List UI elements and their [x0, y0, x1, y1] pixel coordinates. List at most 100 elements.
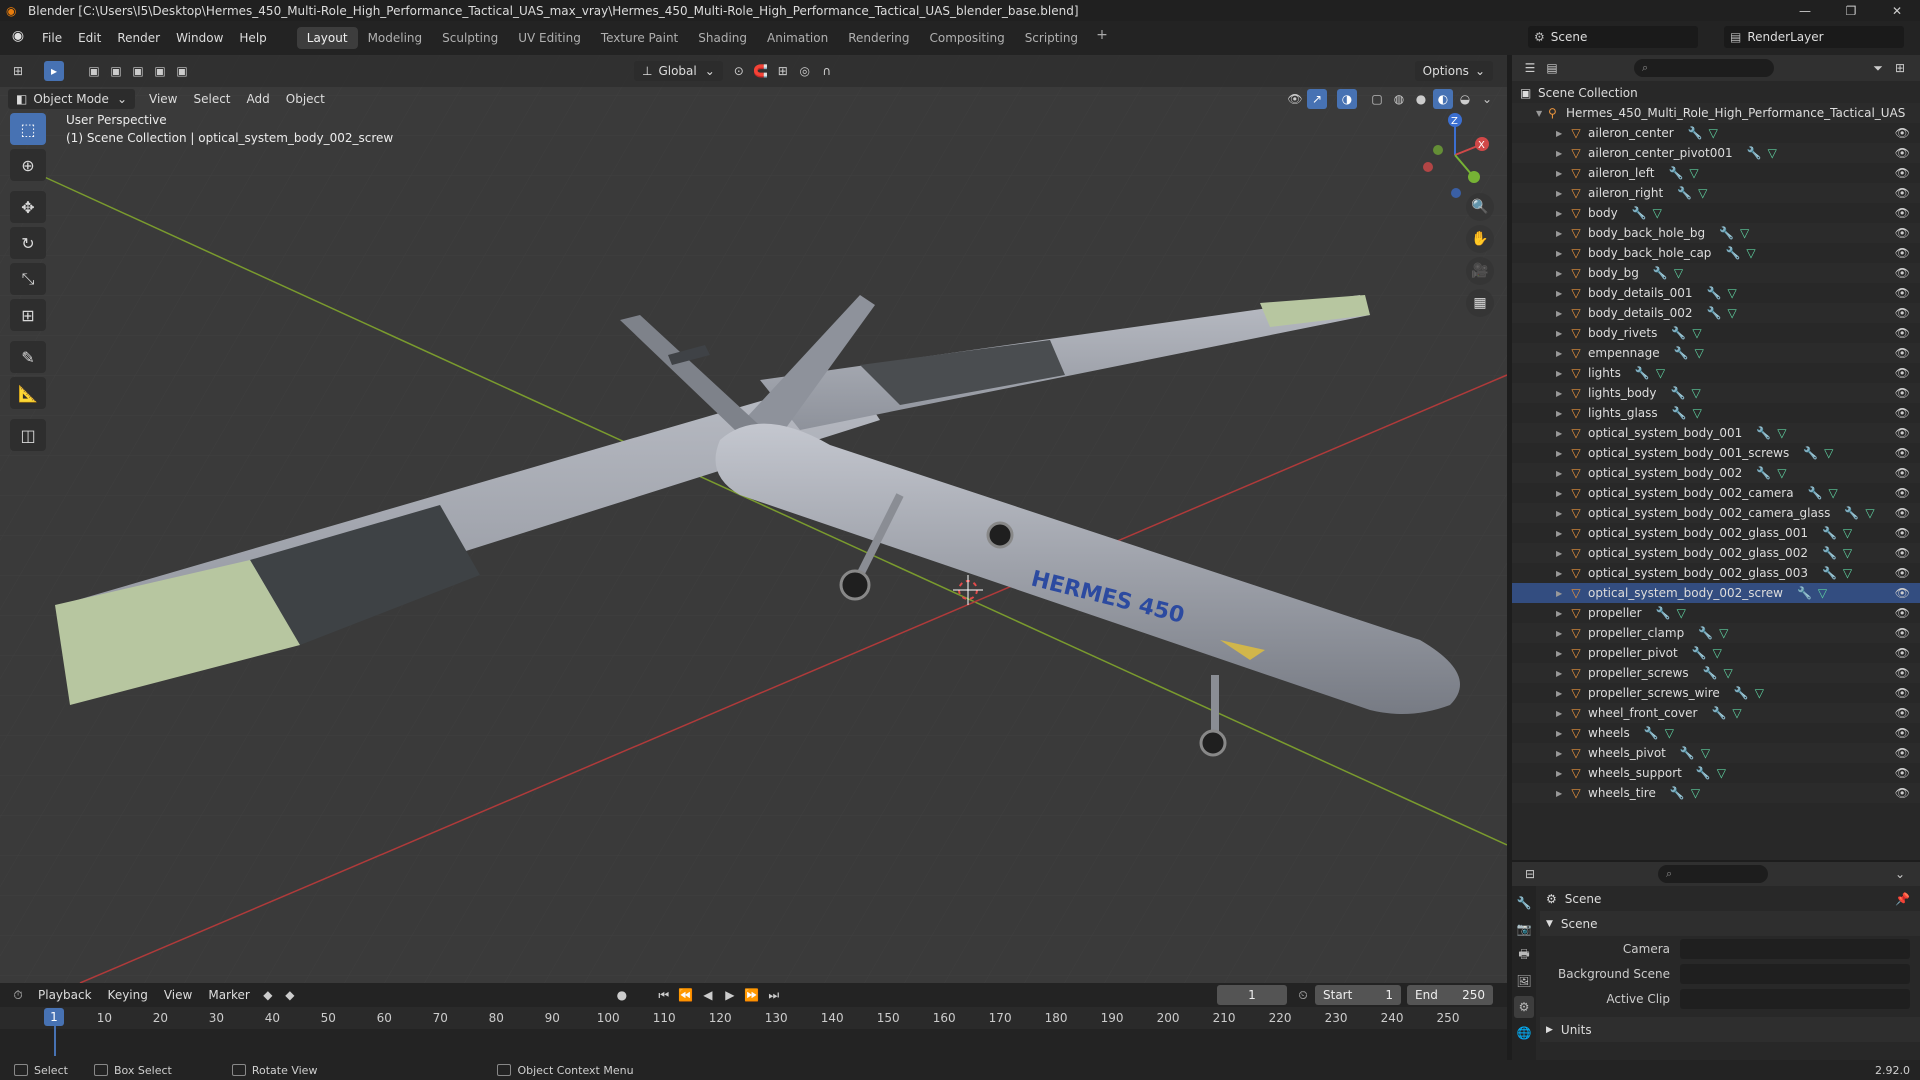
expand-triangle-icon[interactable]: ▶ [1556, 449, 1568, 458]
end-frame-field[interactable]: End 250 [1407, 985, 1493, 1005]
visibility-eye-icon[interactable]: 👁 [1895, 646, 1910, 660]
outliner-item[interactable]: ▶ ▽ body_back_hole_cap 🔧 ▽ 👁 [1512, 243, 1920, 263]
modifier-wrench-icon[interactable]: 🔧 [1688, 126, 1703, 140]
modifier-wrench-icon[interactable]: 🔧 [1822, 526, 1837, 540]
visibility-eye-icon[interactable]: 👁 [1895, 266, 1910, 280]
visibility-eye-icon[interactable]: 👁 [1895, 746, 1910, 760]
preview-range-icon[interactable]: ⏲ [1293, 985, 1313, 1005]
expand-triangle-icon[interactable]: ▶ [1556, 769, 1568, 778]
modifier-wrench-icon[interactable]: 🔧 [1747, 146, 1762, 160]
expand-triangle-icon[interactable]: ▶ [1556, 169, 1568, 178]
outliner-item[interactable]: ▶ ▽ lights 🔧 ▽ 👁 [1512, 363, 1920, 383]
mesh-data-icon[interactable]: ▽ [1724, 666, 1733, 680]
timeline-menu-playback[interactable]: Playback [30, 988, 100, 1002]
select-tool-icon[interactable]: ▸ [44, 61, 64, 81]
visibility-eye-icon[interactable]: 👁 [1895, 546, 1910, 560]
expand-triangle-icon[interactable]: ▶ [1556, 389, 1568, 398]
outliner-item[interactable]: ▶ ▽ body_details_001 🔧 ▽ 👁 [1512, 283, 1920, 303]
visibility-eye-icon[interactable]: 👁 [1895, 466, 1910, 480]
mesh-data-icon[interactable]: ▽ [1843, 546, 1852, 560]
modifier-wrench-icon[interactable]: 🔧 [1692, 646, 1707, 660]
outliner-collection-row[interactable]: ▼ ⚲ Hermes_450_Multi_Role_High_Performan… [1512, 103, 1920, 123]
modifier-wrench-icon[interactable]: 🔧 [1677, 186, 1692, 200]
tab-sculpting[interactable]: Sculpting [432, 27, 508, 49]
shading-options-icon[interactable]: ⌄ [1477, 89, 1497, 109]
outliner-item[interactable]: ▶ ▽ propeller_screws 🔧 ▽ 👁 [1512, 663, 1920, 683]
left-main-wheel[interactable] [839, 569, 871, 601]
modifier-wrench-icon[interactable]: 🔧 [1808, 486, 1823, 500]
scale-tool-icon[interactable]: ⤡ [10, 263, 46, 295]
tab-scripting[interactable]: Scripting [1015, 27, 1088, 49]
outliner-item[interactable]: ▶ ▽ propeller_clamp 🔧 ▽ 👁 [1512, 623, 1920, 643]
visibility-eye-icon[interactable]: 👁 [1895, 126, 1910, 140]
outliner-item[interactable]: ▶ ▽ optical_system_body_002 🔧 ▽ 👁 [1512, 463, 1920, 483]
expand-triangle-icon[interactable]: ▶ [1556, 249, 1568, 258]
view-layer-properties-tab-icon[interactable]: 🖼 [1514, 970, 1534, 992]
outliner-item[interactable]: ▶ ▽ aileron_right 🔧 ▽ 👁 [1512, 183, 1920, 203]
visibility-icon[interactable]: 👁 [1285, 89, 1305, 109]
expand-triangle-icon[interactable]: ▶ [1556, 129, 1568, 138]
outliner-item[interactable]: ▶ ▽ lights_body 🔧 ▽ 👁 [1512, 383, 1920, 403]
select-mode-extend-icon[interactable]: ▣ [106, 61, 126, 81]
add-workspace-icon[interactable]: + [1088, 27, 1116, 49]
properties-options-icon[interactable]: ⌄ [1890, 864, 1910, 884]
mesh-data-icon[interactable]: ▽ [1719, 626, 1728, 640]
mesh-data-icon[interactable]: ▽ [1746, 246, 1755, 260]
select-mode-intersect-icon[interactable]: ▣ [172, 61, 192, 81]
new-collection-icon[interactable]: ⊞ [1890, 58, 1910, 78]
outliner-item[interactable]: ▶ ▽ optical_system_body_002_glass_003 🔧 ▽ 👁 [1512, 563, 1920, 583]
tab-uv-editing[interactable]: UV Editing [508, 27, 591, 49]
outliner-item[interactable]: ▶ ▽ wheels_pivot 🔧 ▽ 👁 [1512, 743, 1920, 763]
outliner-item[interactable]: ▶ ▽ empennage 🔧 ▽ 👁 [1512, 343, 1920, 363]
keyframe-insert-icon[interactable]: ◆ [280, 985, 300, 1005]
visibility-eye-icon[interactable]: 👁 [1895, 166, 1910, 180]
viewport-menu-select[interactable]: Select [185, 92, 238, 106]
collapse-triangle-icon[interactable]: ▼ [1536, 109, 1548, 118]
outliner-scene-collection[interactable]: ▣ Scene Collection [1512, 83, 1920, 103]
mode-dropdown[interactable]: ◧ Object Mode ⌄ [8, 89, 135, 109]
visibility-eye-icon[interactable]: 👁 [1895, 626, 1910, 640]
outliner-item[interactable]: ▶ ▽ body_back_hole_bg 🔧 ▽ 👁 [1512, 223, 1920, 243]
modifier-wrench-icon[interactable]: 🔧 [1698, 626, 1713, 640]
record-icon[interactable]: ● [612, 985, 632, 1005]
outliner-item[interactable]: ▶ ▽ body_bg 🔧 ▽ 👁 [1512, 263, 1920, 283]
mesh-data-icon[interactable]: ▽ [1728, 286, 1737, 300]
modifier-wrench-icon[interactable]: 🔧 [1653, 266, 1668, 280]
outliner-item[interactable]: ▶ ▽ wheels_tire 🔧 ▽ 👁 [1512, 783, 1920, 803]
visibility-eye-icon[interactable]: 👁 [1895, 586, 1910, 600]
visibility-eye-icon[interactable]: 👁 [1895, 226, 1910, 240]
tool-properties-tab-icon[interactable]: 🔧 [1514, 892, 1534, 914]
expand-triangle-icon[interactable]: ▶ [1556, 589, 1568, 598]
snap-target-icon[interactable]: ⊞ [773, 61, 793, 81]
tab-compositing[interactable]: Compositing [919, 27, 1014, 49]
mesh-data-icon[interactable]: ▽ [1701, 746, 1710, 760]
measure-tool-icon[interactable]: 📐 [10, 377, 46, 409]
play-reverse-icon[interactable]: ◀ [698, 985, 718, 1005]
modifier-wrench-icon[interactable]: 🔧 [1803, 446, 1818, 460]
active-clip-field[interactable] [1680, 988, 1910, 1009]
prev-keyframe-icon[interactable]: ⏪ [676, 985, 696, 1005]
mesh-data-icon[interactable]: ▽ [1677, 606, 1686, 620]
modifier-wrench-icon[interactable]: 🔧 [1674, 346, 1689, 360]
outliner-item[interactable]: ▶ ▽ aileron_center 🔧 ▽ 👁 [1512, 123, 1920, 143]
outliner-item[interactable]: ▶ ▽ propeller_pivot 🔧 ▽ 👁 [1512, 643, 1920, 663]
expand-triangle-icon[interactable]: ▶ [1556, 369, 1568, 378]
outliner-item[interactable]: ▶ ▽ propeller 🔧 ▽ 👁 [1512, 603, 1920, 623]
outliner-item[interactable]: ▶ ▽ optical_system_body_001_screws 🔧 ▽ 👁 [1512, 443, 1920, 463]
mesh-data-icon[interactable]: ▽ [1693, 406, 1702, 420]
expand-triangle-icon[interactable]: ▶ [1556, 649, 1568, 658]
editor-type-icon[interactable]: ⊞ [8, 61, 28, 81]
mesh-data-icon[interactable]: ▽ [1843, 566, 1852, 580]
expand-triangle-icon[interactable]: ▶ [1556, 409, 1568, 418]
mesh-data-icon[interactable]: ▽ [1709, 126, 1718, 140]
visibility-eye-icon[interactable]: 👁 [1895, 506, 1910, 520]
mesh-data-icon[interactable]: ▽ [1695, 346, 1704, 360]
visibility-eye-icon[interactable]: 👁 [1895, 306, 1910, 320]
modifier-wrench-icon[interactable]: 🔧 [1725, 246, 1740, 260]
expand-triangle-icon[interactable]: ▶ [1556, 749, 1568, 758]
tab-layout[interactable]: Layout [296, 27, 358, 49]
visibility-eye-icon[interactable]: 👁 [1895, 366, 1910, 380]
output-properties-tab-icon[interactable]: 🖶 [1514, 944, 1534, 966]
background-scene-field[interactable] [1680, 963, 1910, 984]
expand-triangle-icon[interactable]: ▶ [1556, 189, 1568, 198]
